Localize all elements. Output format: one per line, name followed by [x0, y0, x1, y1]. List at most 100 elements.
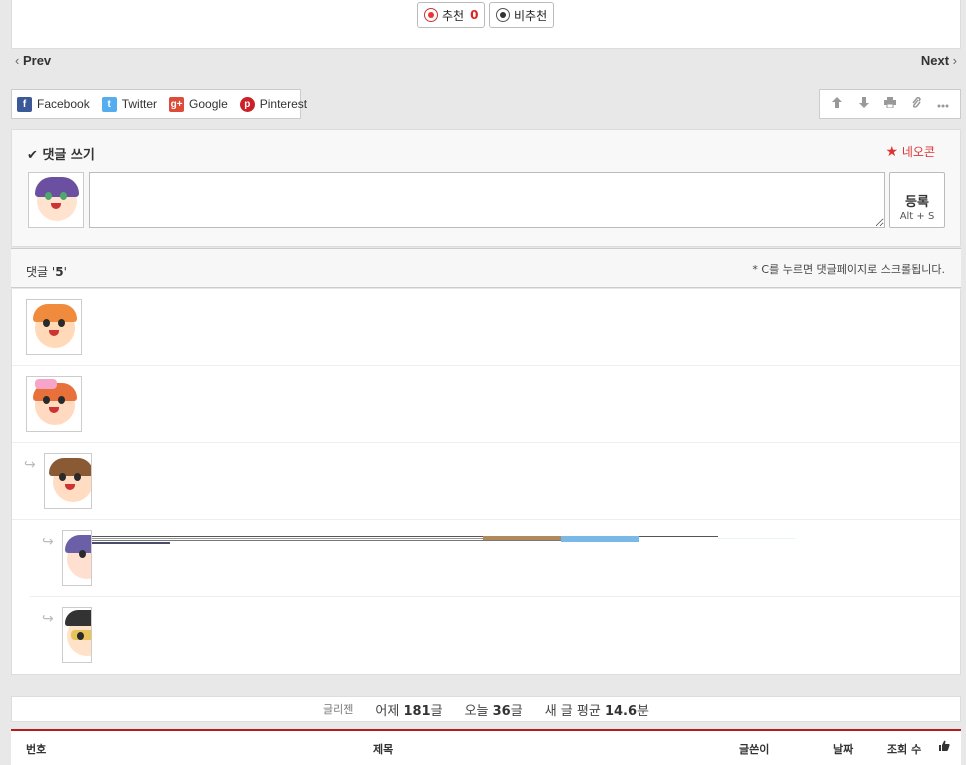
stat-today-value: 36	[492, 703, 511, 719]
share-bar: f Facebook t Twitter g+ Google p Pintere…	[11, 89, 307, 119]
stat-average: 새 글 평균 14.6분	[545, 700, 649, 719]
paperclip-icon[interactable]	[905, 96, 927, 112]
neocon-label: 네오콘	[901, 145, 935, 159]
reply-arrow-icon: ↪	[42, 611, 54, 627]
recommend-count: 0	[470, 8, 479, 22]
comment-write-title: ✔ 댓글 쓰기	[27, 144, 95, 163]
google-plus-icon: g+	[169, 96, 185, 112]
comment-scroll-notice: * C를 누르면 댓글페이지로 스크롤됩니다.	[752, 263, 945, 276]
neocon-link[interactable]: ★ 네오콘	[885, 143, 935, 160]
board-table-header: 번호 제목 글쓴이 날짜 조회 수	[11, 729, 961, 765]
stat-today-label: 오늘	[464, 703, 489, 719]
avatar-eye-right	[60, 192, 67, 200]
avatar	[44, 453, 92, 509]
avatar-eye-left	[59, 473, 66, 481]
comment-item	[12, 289, 960, 366]
thumbs-up-icon[interactable]	[939, 740, 950, 754]
submit-label: 등록	[905, 195, 929, 210]
comment-list: ↪ ↪ ↪	[11, 289, 961, 675]
comment-item: ↪	[30, 520, 960, 597]
check-icon: ✔	[27, 148, 38, 163]
comment-count-suffix: '	[63, 265, 67, 279]
avatar	[62, 530, 92, 586]
content-streak	[718, 538, 796, 539]
avatar-cap	[65, 610, 91, 626]
prev-link[interactable]: ‹ Prev	[15, 53, 51, 68]
submit-comment-button[interactable]: 등록 Alt + S	[889, 172, 945, 228]
stat-average-unit: 분	[637, 703, 649, 719]
next-link[interactable]: Next ›	[921, 53, 957, 68]
content-streak	[483, 536, 561, 540]
avatar	[26, 299, 82, 355]
content-streak	[92, 540, 638, 541]
arrow-up-icon[interactable]	[826, 97, 848, 111]
avatar-hair	[49, 458, 91, 476]
content-streak	[92, 542, 170, 544]
comment-write-title-text: 댓글 쓰기	[42, 148, 95, 163]
stat-today: 오늘 36글	[465, 700, 523, 719]
avatar	[62, 607, 92, 663]
col-author: 글쓴이	[739, 743, 770, 756]
facebook-icon: f	[17, 96, 32, 112]
content-streak	[561, 536, 639, 542]
comment-item	[12, 366, 960, 443]
share-google[interactable]: g+ Google	[169, 96, 228, 112]
submit-shortcut: Alt + S	[899, 211, 935, 222]
avatar-eye-left	[45, 192, 52, 200]
not-recommend-icon	[496, 8, 510, 22]
comment-count-value: 5	[55, 265, 64, 279]
avatar-ribbon	[35, 379, 57, 389]
comment-item: ↪	[42, 597, 960, 674]
comment-count: 댓글 '5'	[26, 263, 67, 280]
stat-yesterday-unit: 글	[430, 703, 443, 719]
comment-write-box: ✔ 댓글 쓰기 ★ 네오콘 등록 Alt + S	[11, 129, 961, 247]
share-facebook-label: Facebook	[37, 97, 90, 111]
print-icon[interactable]	[879, 97, 901, 111]
recommend-label: 추천	[442, 8, 465, 23]
col-number: 번호	[26, 743, 47, 756]
avatar-hair	[35, 177, 79, 197]
avatar-hair	[65, 535, 91, 553]
vote-box: 추천 0 비추천	[11, 0, 961, 49]
twitter-icon: t	[101, 96, 117, 112]
stat-yesterday-value: 181	[403, 703, 431, 719]
share-twitter-label: Twitter	[121, 97, 158, 111]
reply-arrow-icon: ↪	[42, 534, 54, 550]
stat-today-unit: 글	[510, 703, 523, 719]
col-views[interactable]: 조회 수	[887, 741, 921, 757]
avatar-eye	[77, 632, 84, 640]
avatar-hair	[33, 304, 77, 322]
arrow-down-icon[interactable]	[853, 97, 875, 111]
recommend-button[interactable]: 추천 0	[417, 2, 486, 28]
chevron-left-icon: ‹	[15, 53, 20, 68]
avatar-eye-right	[74, 473, 81, 481]
prev-label: Prev	[22, 53, 52, 68]
stat-average-label: 새 글 평균	[544, 703, 601, 719]
comment-item: ↪	[12, 443, 960, 520]
col-title: 제목	[373, 743, 394, 756]
col-date[interactable]: 날짜	[833, 741, 853, 757]
share-twitter[interactable]: t Twitter	[101, 96, 158, 112]
next-label: Next	[920, 53, 950, 68]
pinterest-icon: p	[239, 96, 255, 112]
comment-count-prefix: 댓글 '	[26, 265, 56, 279]
star-icon: ★	[885, 144, 899, 160]
avatar	[26, 376, 82, 432]
not-recommend-label: 비추천	[514, 8, 548, 23]
share-pinterest-label: Pinterest	[259, 97, 308, 111]
avatar-eye-left	[43, 396, 50, 404]
stat-yesterday: 어제 181글	[375, 700, 442, 719]
chevron-right-icon: ›	[952, 53, 957, 68]
more-icon[interactable]	[932, 97, 954, 111]
not-recommend-button[interactable]: 비추천	[489, 2, 555, 28]
reply-arrow-icon: ↪	[24, 457, 36, 473]
stats-bar: 글리젠 어제 181글 오늘 36글 새 글 평균 14.6분	[11, 696, 961, 722]
share-facebook[interactable]: f Facebook	[17, 96, 90, 112]
comment-textarea[interactable]	[89, 172, 885, 228]
recommend-icon	[424, 8, 438, 22]
avatar	[28, 172, 84, 228]
share-pinterest[interactable]: p Pinterest	[239, 96, 308, 112]
share-google-label: Google	[189, 97, 228, 111]
stat-yesterday-label: 어제	[375, 703, 400, 719]
stat-average-value: 14.6	[604, 703, 638, 719]
